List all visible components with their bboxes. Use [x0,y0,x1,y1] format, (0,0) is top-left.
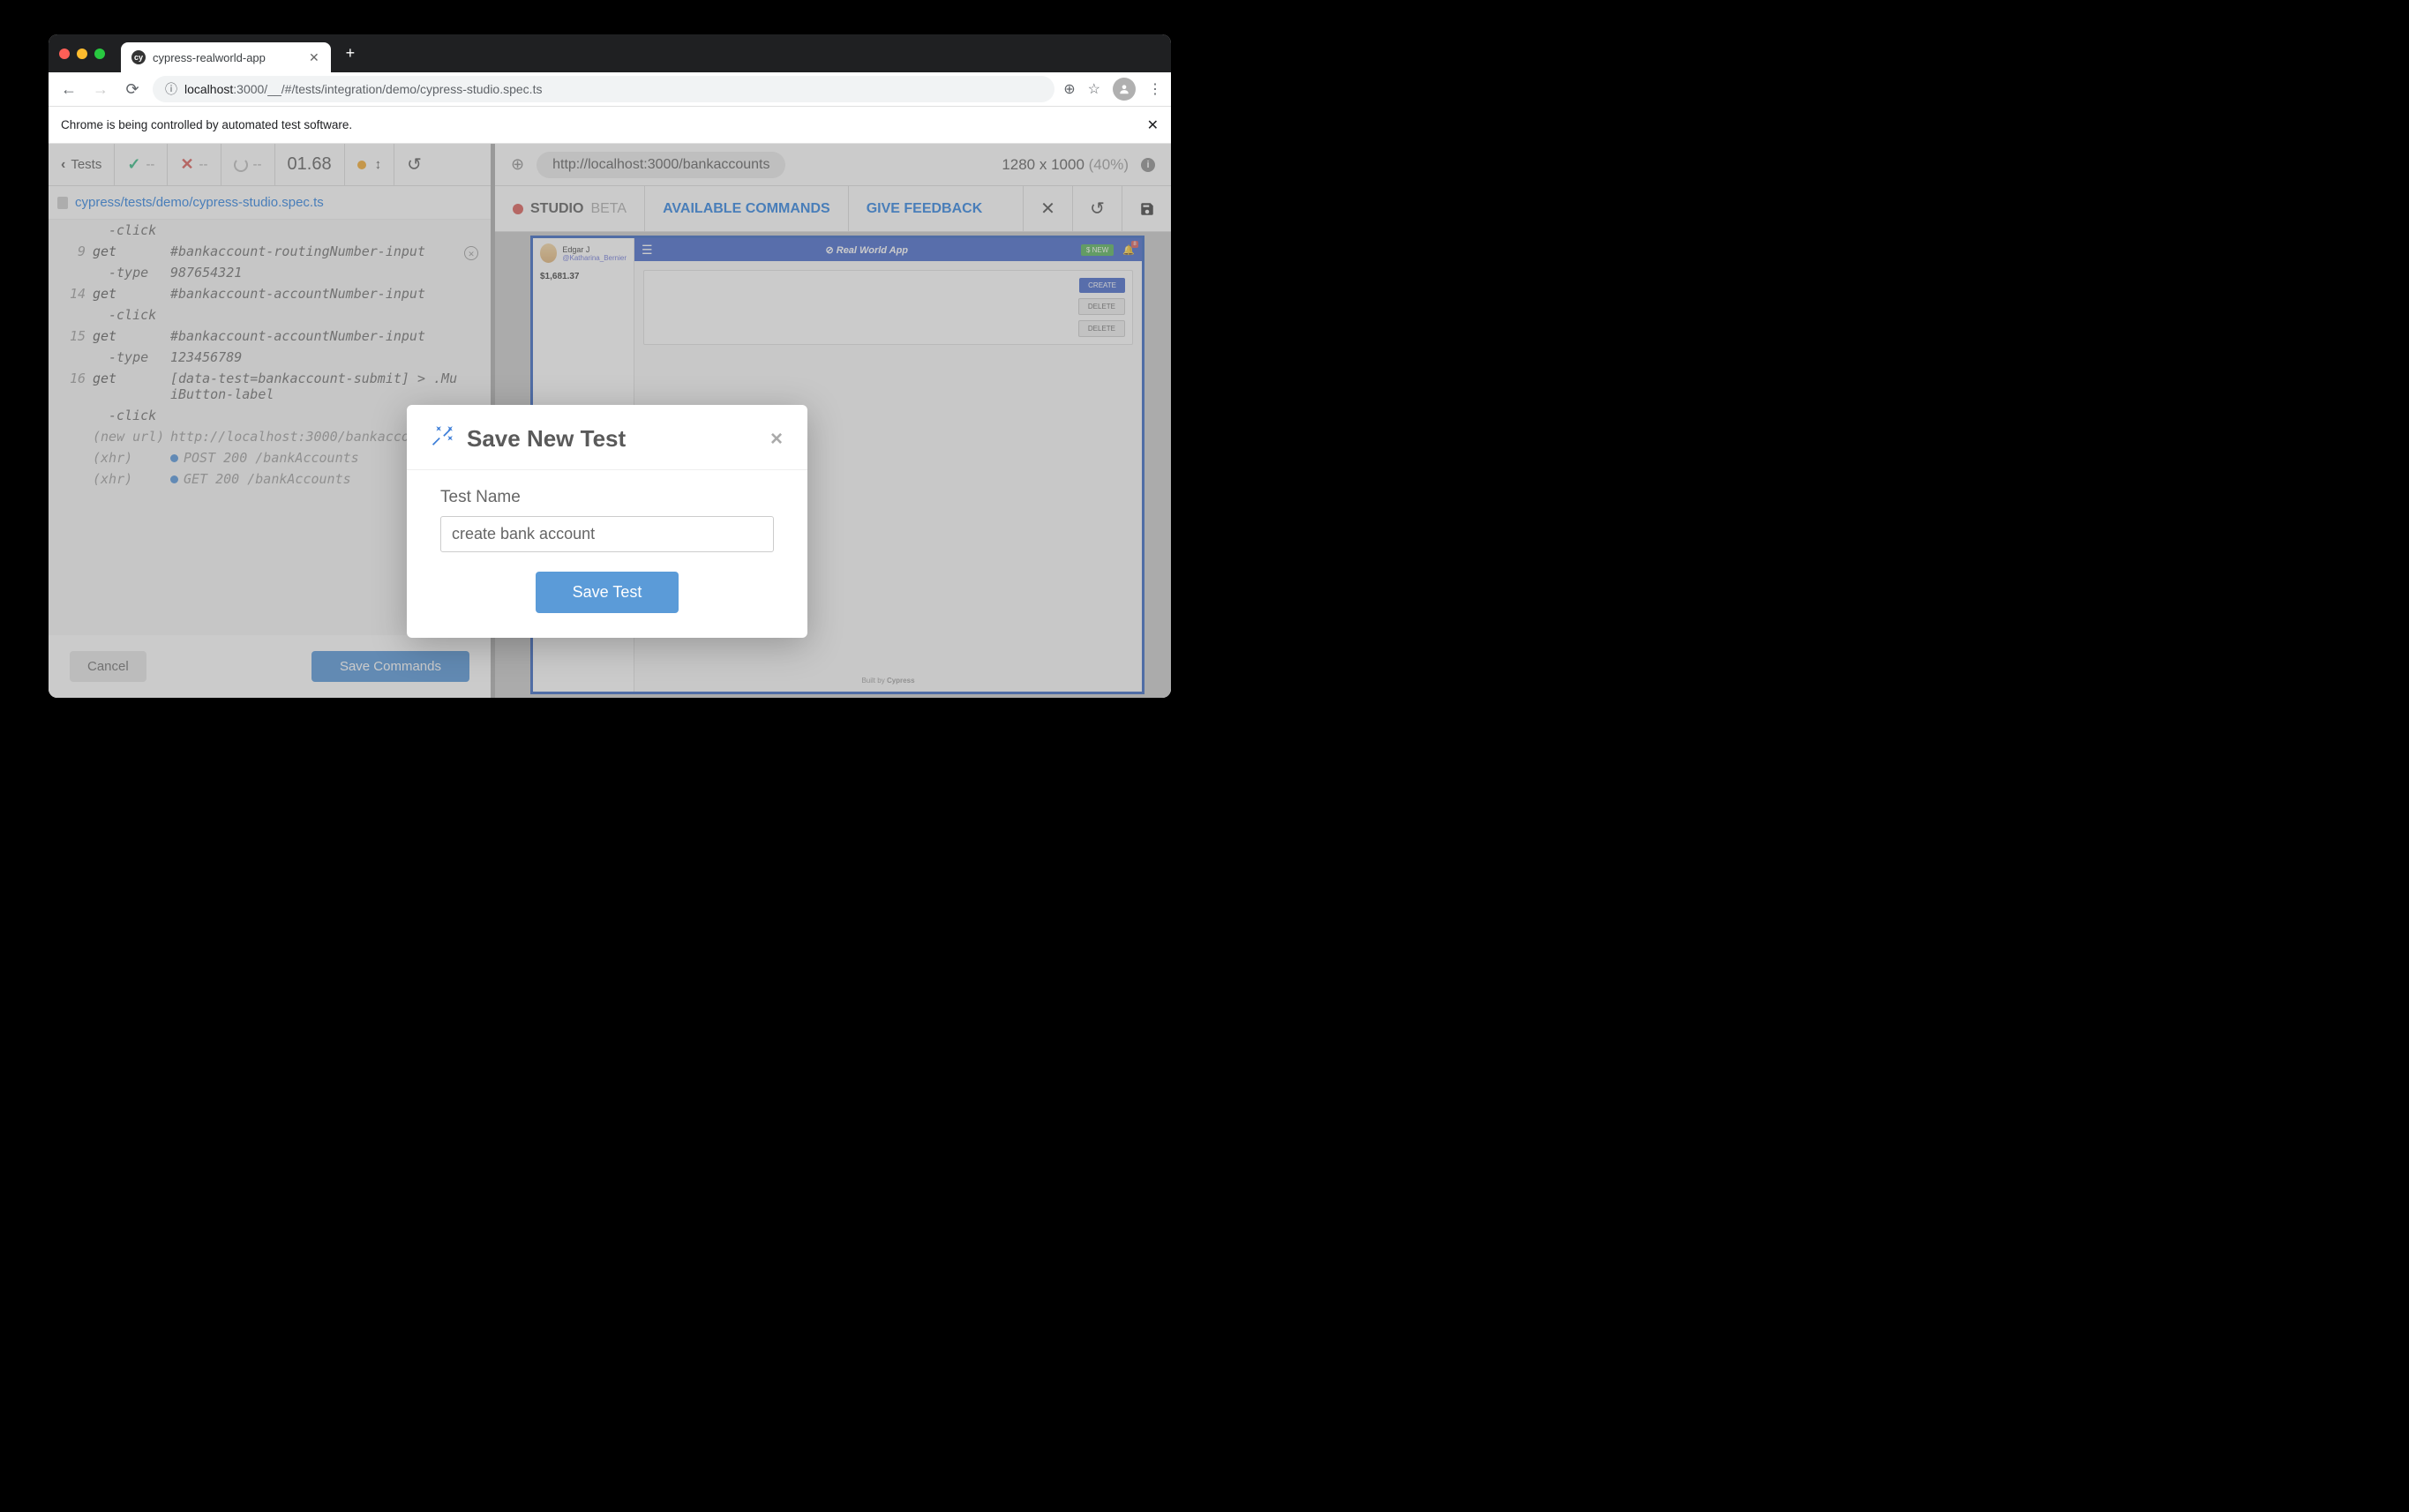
cypress-app: ‹Tests ✓-- ✕-- -- 01.68 ↕ ↺ cypress/test… [49,144,1171,698]
maximize-window[interactable] [94,49,105,59]
close-window[interactable] [59,49,70,59]
browser-window: cy cypress-realworld-app ✕ + ← → ⟳ ⓘ loc… [49,34,1171,698]
url-host: localhost [184,82,233,96]
site-info-icon[interactable]: ⓘ [165,80,177,98]
toolbar-right: ⊕ ☆ ⋮ [1063,78,1162,101]
save-test-button[interactable]: Save Test [536,572,679,613]
forward-button[interactable]: → [89,78,112,101]
test-name-label: Test Name [440,488,774,507]
url-path: :3000/__/#/tests/integration/demo/cypres… [233,82,542,96]
close-infobar-icon[interactable]: ✕ [1147,116,1159,134]
traffic-lights [59,49,105,59]
modal-header: Save New Test × [407,405,807,470]
save-test-modal: Save New Test × Test Name Save Test [407,405,807,638]
menu-icon[interactable]: ⋮ [1148,80,1162,98]
favicon-icon: cy [131,50,146,64]
new-tab-button[interactable]: + [338,41,363,66]
profile-button[interactable] [1113,78,1136,101]
modal-close-icon[interactable]: × [770,427,783,452]
reload-button[interactable]: ⟳ [121,78,144,101]
automation-infobar: Chrome is being controlled by automated … [49,107,1171,144]
bookmark-icon[interactable]: ☆ [1088,80,1100,98]
modal-body: Test Name Save Test [407,470,807,638]
infobar-text: Chrome is being controlled by automated … [61,118,352,131]
titlebar: cy cypress-realworld-app ✕ + [49,34,1171,72]
zoom-icon[interactable]: ⊕ [1063,80,1075,98]
browser-toolbar: ← → ⟳ ⓘ localhost:3000/__/#/tests/integr… [49,72,1171,107]
tab-title: cypress-realworld-app [153,51,266,64]
address-bar[interactable]: ⓘ localhost:3000/__/#/tests/integration/… [153,76,1054,102]
close-tab-icon[interactable]: ✕ [308,51,320,64]
test-name-input[interactable] [440,516,774,552]
modal-title: Save New Test [467,425,758,453]
minimize-window[interactable] [77,49,87,59]
wand-icon [432,424,454,453]
browser-tab[interactable]: cy cypress-realworld-app ✕ [121,42,331,72]
back-button[interactable]: ← [57,78,80,101]
